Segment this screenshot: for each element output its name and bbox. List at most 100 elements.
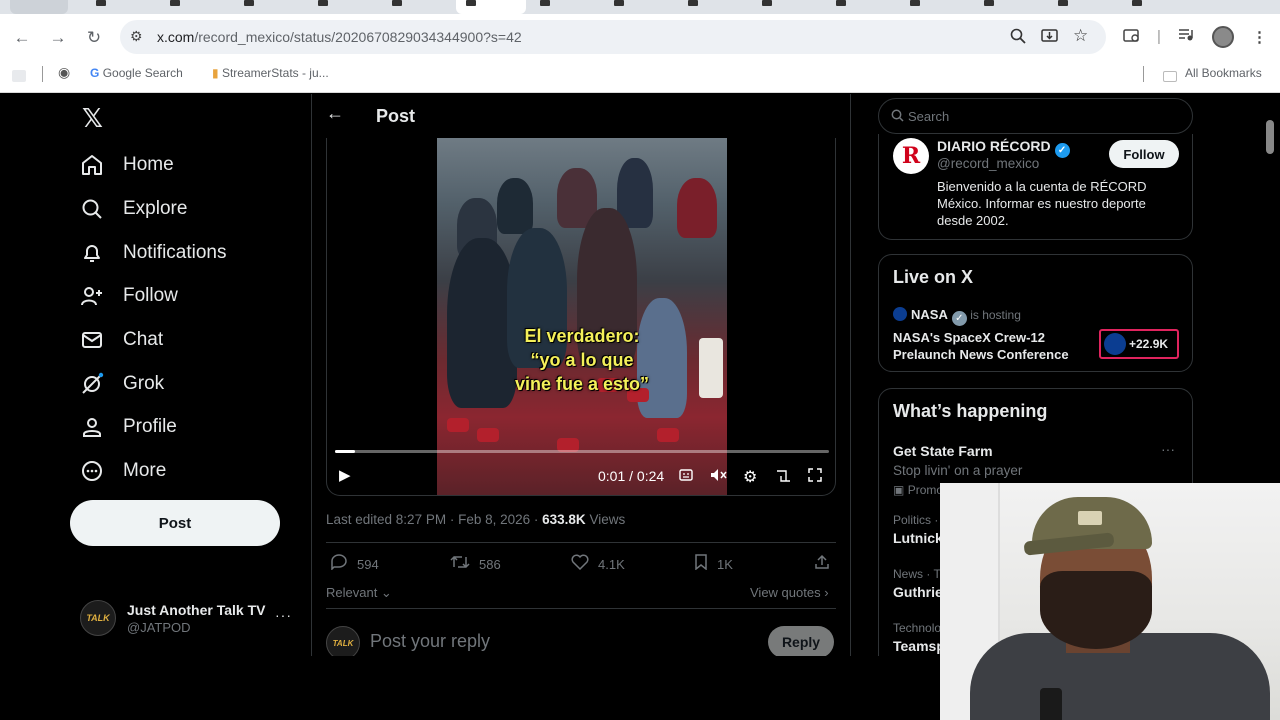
tab-favicon-icon — [392, 0, 402, 6]
profile-handle[interactable]: @record_mexico — [937, 156, 1039, 171]
nav-notifications[interactable]: Notifications — [80, 238, 227, 268]
live-host[interactable]: NASA ✓ is hosting — [893, 307, 1021, 326]
x-logo[interactable]: 𝕏 — [82, 104, 103, 134]
browser-tab[interactable] — [234, 0, 292, 14]
nav-profile[interactable]: Profile — [80, 412, 177, 442]
back-arrow-icon[interactable]: ← — [326, 103, 344, 124]
video-player[interactable]: El verdadero: “yo a lo que vine fue a es… — [326, 138, 836, 496]
sort-relevant-dropdown[interactable]: Relevant ⌄ — [326, 585, 392, 601]
reply-button[interactable]: Reply — [768, 626, 834, 656]
reply-action[interactable]: 594 — [330, 554, 379, 575]
tab-search-icon[interactable] — [1123, 28, 1141, 48]
more-circle-icon — [80, 459, 104, 483]
tab-favicon-icon — [688, 0, 698, 6]
url-text[interactable]: x.com/record_mexico/status/2020670829034… — [157, 29, 522, 45]
nav-explore[interactable]: Explore — [80, 194, 187, 224]
zoom-icon[interactable] — [1010, 28, 1026, 48]
video-time: 0:01 / 0:24 — [598, 468, 665, 484]
nav-chat[interactable]: Chat — [80, 325, 163, 355]
browser-tab[interactable] — [1122, 0, 1180, 14]
bookmark-icon — [694, 554, 708, 575]
post-button[interactable]: Post — [70, 500, 280, 546]
folder-icon — [1163, 71, 1177, 82]
account-switcher[interactable]: TALK Just Another Talk TV @JATPOD ··· — [80, 594, 295, 642]
chevron-right-icon: › — [820, 585, 829, 600]
browser-tab[interactable] — [678, 0, 736, 14]
fullscreen-icon[interactable] — [808, 468, 822, 486]
video-progress-bar[interactable] — [335, 450, 829, 453]
tab-favicon-icon — [836, 0, 846, 6]
address-bar[interactable]: ⚙ x.com/record_mexico/status/20206708290… — [120, 20, 1106, 54]
browser-tab-active[interactable] — [456, 0, 526, 14]
nav-more[interactable]: More — [80, 456, 166, 486]
webcam-overlay — [940, 483, 1280, 720]
reload-icon[interactable]: ↻ — [83, 28, 105, 48]
tab-favicon-icon — [984, 0, 994, 6]
video-frame: El verdadero: “yo a lo que vine fue a es… — [437, 138, 727, 495]
captions-icon[interactable] — [679, 468, 693, 485]
browser-tab[interactable] — [86, 0, 144, 14]
apps-icon[interactable] — [12, 70, 26, 82]
star-icon[interactable]: ☆ — [1073, 26, 1088, 46]
globe-icon[interactable]: ◉ — [58, 64, 70, 81]
divider — [42, 66, 43, 82]
tab-favicon-icon — [614, 0, 624, 6]
back-icon[interactable]: ← — [11, 28, 33, 48]
mute-icon[interactable] — [710, 468, 728, 486]
live-event-title[interactable]: NASA's SpaceX Crew-12 Prelaunch News Con… — [893, 329, 1093, 363]
bookmark-action[interactable]: 1K — [694, 554, 733, 575]
repost-action[interactable]: 586 — [450, 554, 501, 575]
pip-icon[interactable] — [776, 468, 791, 486]
divider — [326, 542, 836, 543]
divider: | — [1157, 28, 1161, 45]
ad-icon: ▣ — [893, 483, 905, 497]
install-icon[interactable] — [1041, 28, 1058, 48]
browser-tab[interactable] — [308, 0, 366, 14]
menu-icon[interactable]: ⋮ — [1252, 28, 1267, 46]
comment-icon — [330, 554, 348, 575]
more-dots-icon[interactable]: ··· — [1161, 441, 1175, 457]
search-input[interactable]: Search — [878, 98, 1193, 134]
profile-name[interactable]: DIARIO RÉCORD ✓ — [937, 138, 1070, 158]
tab-favicon-icon — [1058, 0, 1068, 6]
tab-favicon-icon — [762, 0, 772, 6]
browser-tab[interactable] — [382, 0, 440, 14]
browser-tab[interactable] — [974, 0, 1032, 14]
nav-follow[interactable]: Follow — [80, 281, 178, 311]
listeners-badge[interactable]: +22.9K — [1099, 329, 1179, 359]
media-icon[interactable] — [1178, 28, 1194, 46]
tab-favicon-icon — [466, 0, 476, 6]
site-settings-icon[interactable]: ⚙ — [130, 28, 143, 45]
post-header: ← Post — [312, 94, 850, 138]
browser-tab[interactable] — [826, 0, 884, 14]
bookmark-google-search[interactable]: G Google Search — [90, 66, 183, 80]
profile-card: R DIARIO RÉCORD ✓ @record_mexico Follow B… — [878, 134, 1193, 240]
browser-tab[interactable] — [530, 0, 588, 14]
all-bookmarks[interactable]: All Bookmarks — [1185, 66, 1262, 80]
scrollbar[interactable] — [1266, 120, 1274, 154]
share-action[interactable] — [814, 554, 839, 575]
follow-button[interactable]: Follow — [1109, 140, 1179, 168]
browser-tab[interactable] — [160, 0, 218, 14]
browser-tab[interactable] — [604, 0, 662, 14]
post-meta: Last edited 8:27 PM · Feb 8, 2026 · 633.… — [326, 512, 626, 527]
settings-gear-icon[interactable]: ⚙ — [743, 467, 757, 487]
browser-tab[interactable] — [1048, 0, 1106, 14]
play-icon[interactable]: ▶ — [339, 466, 351, 484]
nav-grok[interactable]: Grok — [80, 369, 164, 399]
profile-icon[interactable] — [1212, 26, 1234, 48]
browser-tab[interactable] — [752, 0, 810, 14]
like-action[interactable]: 4.1K — [571, 554, 625, 575]
more-dots-icon[interactable]: ··· — [275, 607, 292, 623]
forward-icon[interactable]: → — [47, 28, 69, 48]
live-card: Live on X NASA ✓ is hosting NASA's SpaceX… — [878, 254, 1193, 372]
tab-favicon-icon — [910, 0, 920, 6]
reply-input[interactable]: Post your reply — [370, 631, 490, 652]
bookmark-streamerstats[interactable]: ▮ StreamerStats - ju... — [212, 66, 329, 80]
view-quotes-link[interactable]: View quotes › — [750, 585, 829, 600]
tab-favicon-icon — [244, 0, 254, 6]
browser-tab[interactable] — [10, 0, 68, 14]
nav-home[interactable]: Home — [80, 150, 174, 180]
record-logo[interactable]: R — [893, 138, 929, 174]
browser-tab[interactable] — [900, 0, 958, 14]
